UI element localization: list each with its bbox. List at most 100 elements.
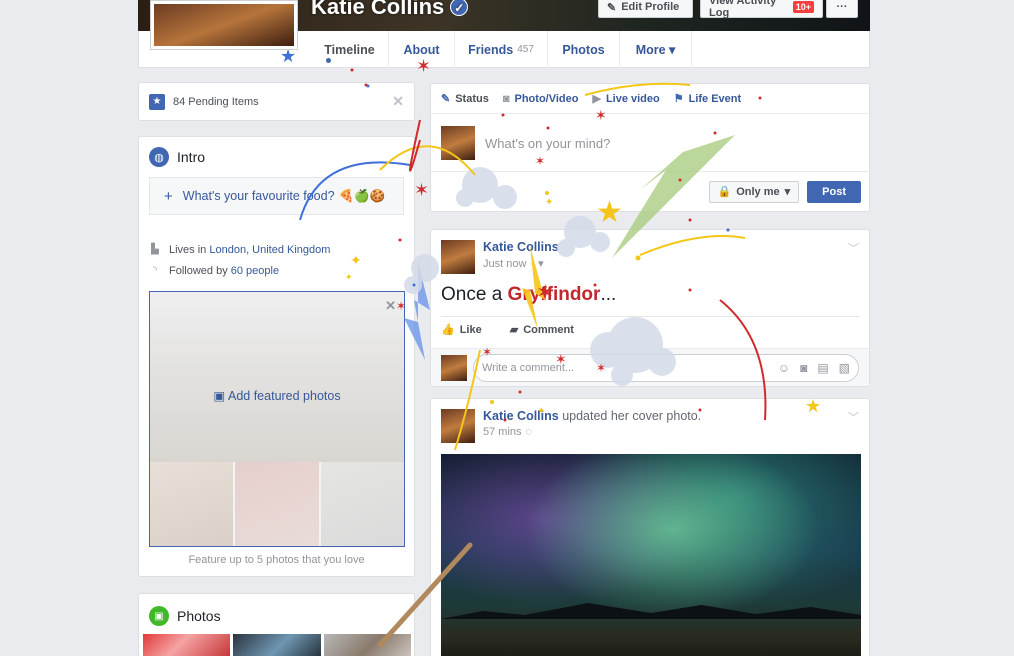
video-camera-icon: ▶: [592, 93, 601, 105]
audience-selector[interactable]: 🔒 Only me ▾: [708, 180, 800, 203]
activity-log-label: View Activity Log: [709, 0, 777, 19]
post-time[interactable]: Just now: [483, 258, 526, 270]
status-tab[interactable]: ✎ Status: [441, 92, 489, 106]
favourite-food-prompt[interactable]: + What's your favourite food? 🍕🍏🍪: [149, 177, 404, 215]
featured-thumb[interactable]: [150, 462, 234, 546]
close-icon[interactable]: ✕: [392, 93, 404, 110]
svg-text:✶: ✶: [414, 180, 429, 200]
close-featured-icon[interactable]: ✕: [385, 298, 396, 314]
gif-icon[interactable]: ▤: [817, 361, 828, 375]
thumbs-up-icon: 👍: [441, 324, 455, 336]
post-header: Katie Collins updated her cover photo. 5…: [431, 399, 869, 443]
verified-icon: ✓: [450, 0, 469, 16]
post-meta: 57 mins ◌: [483, 426, 701, 438]
post-time[interactable]: 57 mins: [483, 426, 522, 438]
globe-icon: ◍: [149, 147, 169, 167]
food-emoji: 🍕🍏🍪: [338, 188, 386, 203]
featured-photos-box[interactable]: ✕ ▣ Add featured photos: [149, 291, 405, 547]
photos-title[interactable]: Photos: [177, 608, 221, 624]
post-meta: Just now · ▾: [483, 257, 559, 271]
post-header: Katie Collins Just now · ▾: [431, 230, 869, 274]
life-event-tab[interactable]: ⚑ Life Event: [673, 92, 742, 106]
post-headline: Katie Collins updated her cover photo.: [483, 409, 701, 423]
audience-caret-icon[interactable]: ▾: [538, 257, 544, 270]
mountain-silhouette: [441, 603, 861, 619]
post-options-chevron-icon[interactable]: ﹀: [848, 409, 859, 425]
post-actions: 👍 Like ▰ Comment: [441, 316, 859, 340]
status-label: Status: [455, 92, 489, 105]
active-tab-dot: [326, 58, 331, 63]
post-text-prefix: Once a: [441, 284, 508, 305]
photos-header: ▣ Photos: [139, 594, 414, 638]
like-label: Like: [459, 323, 482, 336]
activity-log-button[interactable]: View Activity Log 10+: [700, 0, 823, 19]
photo-video-tab[interactable]: ◙ Photo/Video: [503, 93, 579, 105]
emoji-icon[interactable]: ☺: [778, 361, 790, 375]
camera-icon: ◙: [502, 92, 510, 105]
tab-photos[interactable]: Photos: [547, 31, 619, 68]
profile-picture[interactable]: [150, 0, 298, 50]
tab-friends[interactable]: Friends 457: [454, 31, 547, 68]
tab-more-label: More ▾: [635, 43, 676, 57]
more-dots-icon: ···: [836, 1, 848, 13]
intro-card: ◍ Intro + What's your favourite food? 🍕🍏…: [138, 136, 415, 577]
photo-thumb[interactable]: [323, 634, 411, 656]
favourite-food-label: What's your favourite food?: [182, 189, 335, 203]
house-icon: ▙: [151, 244, 159, 255]
life-event-label: Life Event: [688, 92, 742, 105]
comment-label: Comment: [523, 323, 574, 336]
comment-button[interactable]: ▰ Comment: [510, 323, 574, 337]
composer-body: What's on your mind?: [431, 114, 869, 172]
photo-thumb[interactable]: [143, 634, 231, 656]
rss-icon: ◝: [153, 265, 157, 276]
post-author[interactable]: Katie Collins: [483, 409, 559, 423]
lives-in-row: ▙ Lives in London, United Kingdom: [139, 239, 414, 260]
live-video-tab[interactable]: ▶ Live video: [592, 92, 660, 106]
edit-profile-button[interactable]: ✎ Edit Profile: [598, 0, 693, 18]
more-options-button[interactable]: ···: [826, 0, 858, 18]
tab-photos-label: Photos: [562, 42, 605, 57]
tab-timeline-label: Timeline: [324, 42, 375, 57]
lives-in-link[interactable]: London, United Kingdom: [209, 244, 330, 256]
edit-profile-label: Edit Profile: [621, 1, 680, 13]
avatar[interactable]: [441, 409, 475, 443]
post-text: Once a Gryffindor...: [431, 274, 869, 306]
tab-more[interactable]: More ▾: [619, 31, 692, 68]
sticker-icon[interactable]: ▧: [839, 361, 850, 375]
post-composer: ✎ Status ◙ Photo/Video ▶ Live video ⚑ Life E…: [430, 83, 870, 212]
cover-photo-image[interactable]: [441, 454, 861, 656]
comment-row: Write a comment... ☺ ◙ ▤ ▧: [431, 348, 869, 386]
tab-about[interactable]: About: [388, 31, 454, 68]
composer-footer: 🔒 Only me ▾ Post: [431, 171, 869, 211]
flag-icon: ⚑: [673, 93, 684, 105]
globe-icon: ◌: [525, 426, 533, 438]
post-text-highlight: Gryffindor: [507, 284, 601, 305]
featured-thumb[interactable]: [320, 462, 404, 546]
photo-video-label: Photo/Video: [514, 92, 579, 105]
post-text-suffix: ...: [600, 284, 617, 305]
star-icon: ★: [149, 93, 165, 110]
add-featured-photos[interactable]: ▣ Add featured photos: [150, 388, 404, 403]
avatar: [441, 354, 467, 381]
add-featured-label: Add featured photos: [228, 389, 341, 403]
intro-header: ◍ Intro: [139, 137, 414, 177]
featured-thumbnails: [150, 462, 404, 546]
composer-input[interactable]: What's on your mind?: [485, 136, 610, 151]
like-button[interactable]: 👍 Like: [441, 323, 482, 337]
photo-thumb[interactable]: [233, 634, 321, 656]
avatar[interactable]: [441, 240, 475, 274]
post-options-chevron-icon[interactable]: ﹀: [848, 240, 859, 256]
followed-by-row: ◝ Followed by 60 people: [139, 260, 414, 281]
live-video-label: Live video: [605, 92, 660, 105]
featured-thumb[interactable]: [235, 462, 319, 546]
pending-items-label: 84 Pending Items: [173, 95, 259, 108]
post-author[interactable]: Katie Collins: [483, 240, 559, 254]
caret-down-icon: ▾: [784, 186, 791, 198]
image-icon: ▣: [213, 389, 226, 403]
tab-timeline[interactable]: Timeline: [311, 31, 388, 68]
pending-items-card[interactable]: ★ 84 Pending Items ✕: [138, 82, 415, 121]
post-button[interactable]: Post: [807, 180, 861, 203]
comment-input[interactable]: Write a comment... ☺ ◙ ▤ ▧: [473, 353, 859, 382]
camera-icon[interactable]: ◙: [800, 361, 807, 375]
followed-by-link[interactable]: 60 people: [231, 265, 279, 277]
